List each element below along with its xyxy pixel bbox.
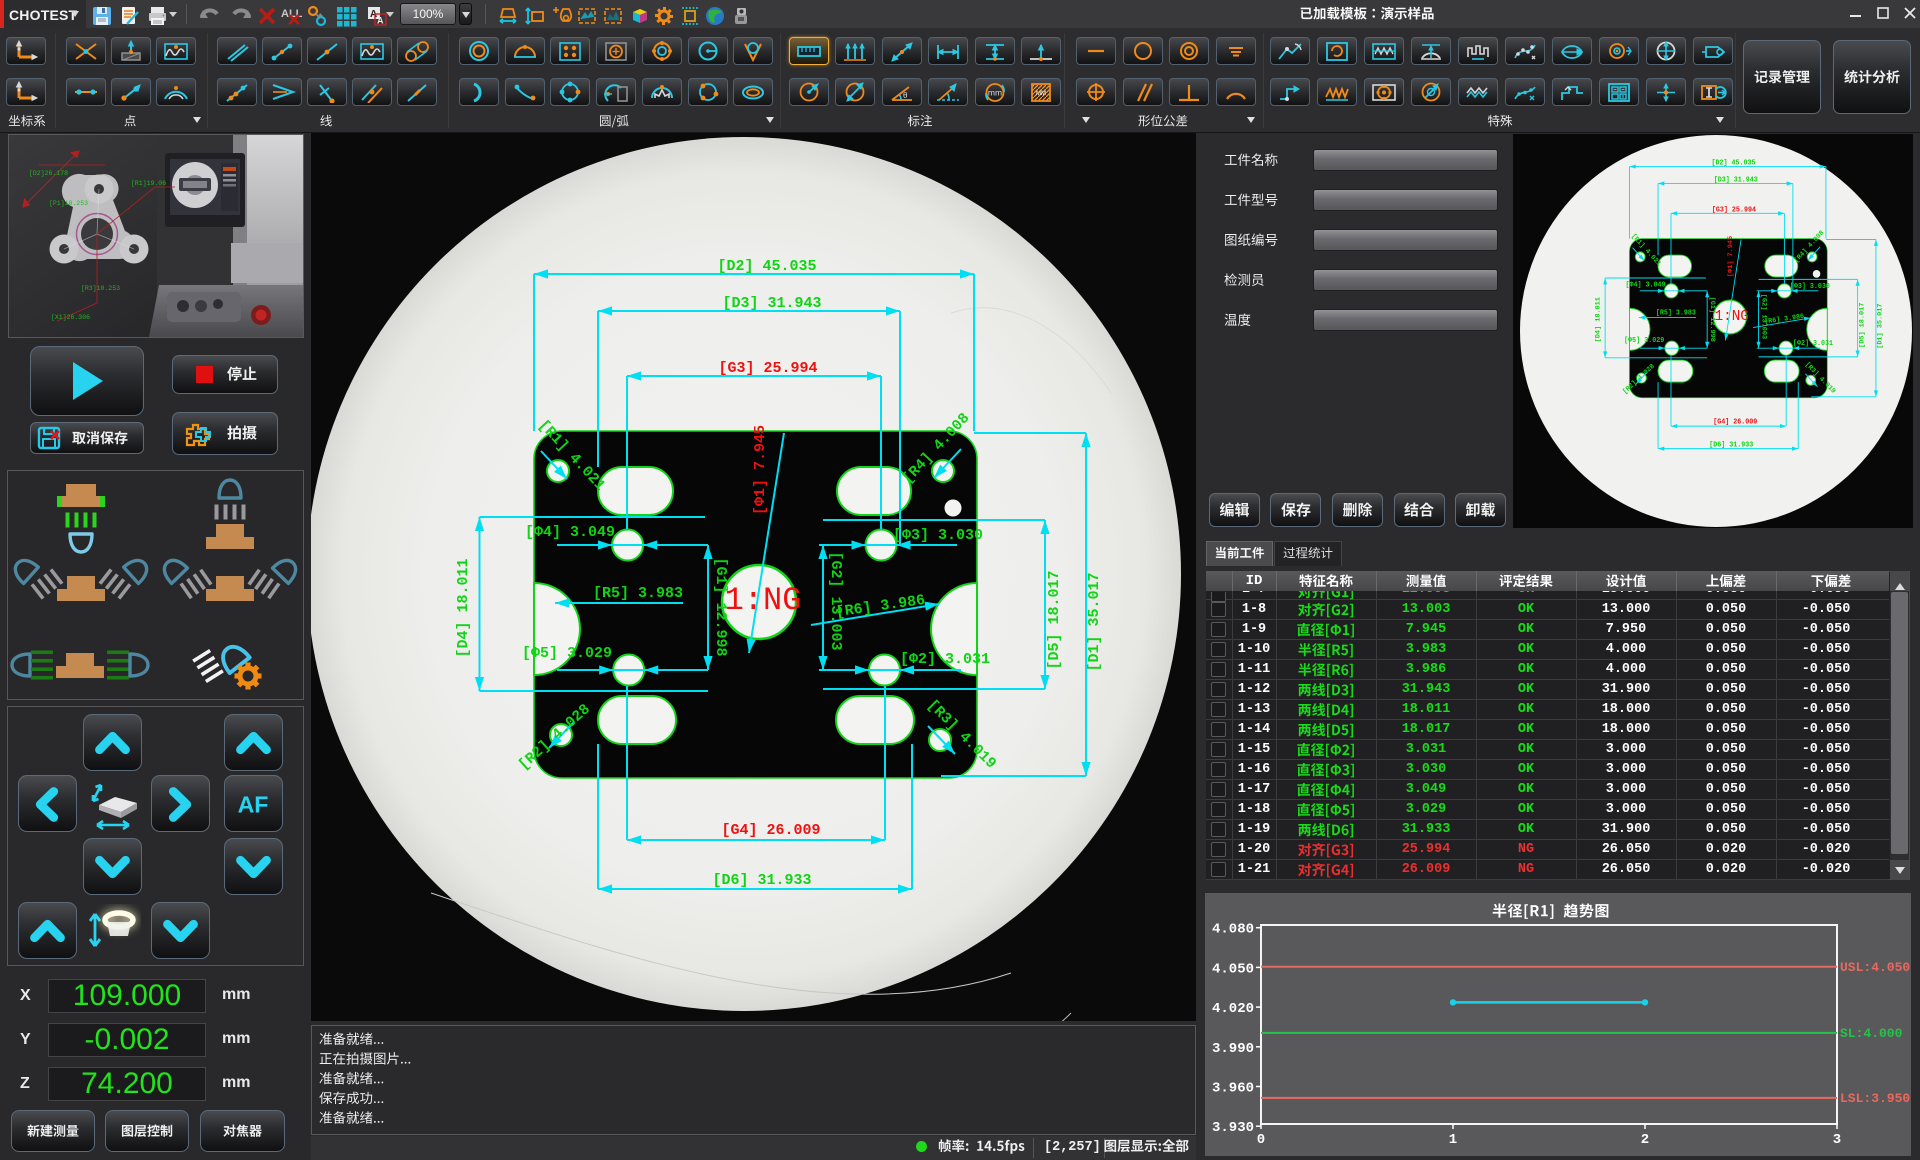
svg-text:[D6] 31.933: [D6] 31.933: [712, 872, 811, 889]
svg-text:[D2] 45.035: [D2] 45.035: [717, 258, 816, 275]
svg-text:[G1] 12.998: [G1] 12.998: [712, 557, 729, 656]
svg-text:mm: mm: [988, 88, 1002, 98]
svg-text:LSL:3.950: LSL:3.950: [1840, 1091, 1910, 1106]
svg-text:1: 1: [1449, 1132, 1457, 1148]
svg-text:4.080: 4.080: [1212, 922, 1254, 938]
svg-text:A: A: [377, 16, 384, 26]
svg-text:3: 3: [1833, 1132, 1841, 1148]
svg-text:[X1]26.306: [X1]26.306: [51, 314, 90, 321]
svg-text:[Φ5] 3.029: [Φ5] 3.029: [522, 645, 612, 662]
svg-text:3.960: 3.960: [1212, 1081, 1254, 1097]
svg-text:[Φ1] 7.945: [Φ1] 7.945: [752, 425, 769, 515]
svg-text:[R3]10.253: [R3]10.253: [81, 285, 120, 292]
svg-text:3.990: 3.990: [1212, 1041, 1254, 1057]
svg-text:[D2]26.178: [D2]26.178: [29, 170, 68, 177]
svg-text:[P1]10.253: [P1]10.253: [49, 200, 88, 207]
svg-text:[D1] 35.017: [D1] 35.017: [1086, 572, 1103, 671]
svg-text:2: 2: [1641, 1132, 1649, 1148]
svg-text:MM: MM: [1036, 91, 1046, 97]
svg-text:[D5] 18.017: [D5] 18.017: [1046, 570, 1063, 669]
svg-text:USL:4.050: USL:4.050: [1840, 960, 1910, 975]
svg-text:[R5] 3.983: [R5] 3.983: [593, 585, 683, 602]
svg-text:4.020: 4.020: [1212, 1001, 1254, 1017]
svg-text:4.050: 4.050: [1212, 961, 1254, 977]
svg-text:1:NG: 1:NG: [725, 582, 802, 619]
svg-text:[G4] 26.009: [G4] 26.009: [721, 822, 820, 839]
svg-text:0: 0: [1257, 1132, 1265, 1148]
svg-text:[Φ2] 3.031: [Φ2] 3.031: [900, 651, 990, 668]
svg-text:[G2] 13.003: [G2] 13.003: [827, 551, 844, 650]
svg-text:[D3] 31.943: [D3] 31.943: [722, 295, 821, 312]
svg-text:[G3] 25.994: [G3] 25.994: [718, 360, 817, 377]
svg-text:3.930: 3.930: [1212, 1120, 1254, 1136]
svg-text:SL:4.000: SL:4.000: [1840, 1026, 1903, 1041]
svg-text:[Φ4] 3.049: [Φ4] 3.049: [525, 524, 615, 541]
svg-text:AF: AF: [238, 792, 269, 818]
svg-text:[Φ3] 3.030: [Φ3] 3.030: [893, 527, 983, 544]
svg-text:[R1]19.06: [R1]19.06: [131, 180, 166, 187]
svg-text:θ: θ: [903, 91, 908, 100]
svg-text:[D4] 18.011: [D4] 18.011: [455, 558, 472, 657]
